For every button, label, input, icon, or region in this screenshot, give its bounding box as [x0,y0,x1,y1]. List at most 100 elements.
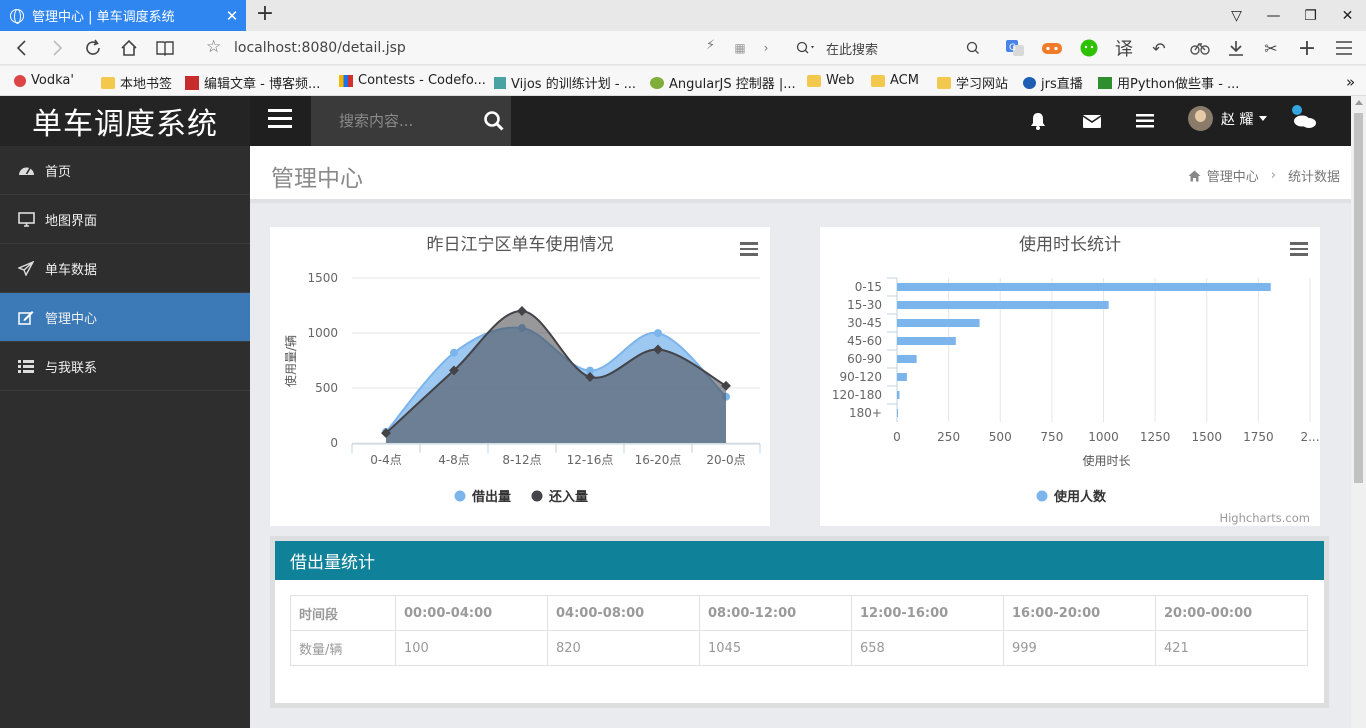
bookmark-item[interactable]: 编辑文章 - 博客频... [185,73,320,92]
bookmark-item[interactable]: 用Python做些事 - ... [1098,73,1239,92]
game-extension-icon[interactable] [1041,37,1063,59]
bookmark-item[interactable]: AngularJS 控制器 |... [650,73,796,92]
menu-icon[interactable] [1333,37,1355,59]
search-input[interactable] [339,110,469,132]
bike-icon[interactable] [1189,37,1211,59]
breadcrumb: 管理中心 › 统计数据 [1188,166,1340,185]
scissors-icon[interactable]: ✂ [1260,37,1282,59]
bell-icon[interactable] [1027,110,1049,132]
reading-mode-icon[interactable] [152,36,178,60]
chart-title: 昨日江宁区单车使用情况 [427,234,614,255]
area-chart: 昨日江宁区单车使用情况 0 500 1000 1500 使用量/辆 0-4点 4-8点 8-12… [283,234,761,505]
sidebar-item-bike-data[interactable]: 单车数据 [0,244,250,293]
plus-icon[interactable]: + [1296,36,1318,61]
bar [897,355,917,363]
chart-menu-icon[interactable] [740,242,758,256]
sidebar-item-map[interactable]: 地图界面 [0,195,250,244]
back-icon[interactable] [9,36,35,60]
x-tick-label: 1750 [1243,430,1274,444]
new-tab-button[interactable]: + [254,3,276,27]
legend-marker [1036,490,1048,502]
chevron-right-icon[interactable]: › [755,37,777,59]
sidebar-toggle-icon[interactable] [268,109,292,129]
table-title: 借出量统计 [275,541,1324,580]
pin-icon[interactable]: ▽ [1218,0,1255,31]
browser-tabbar: 管理中心 | 单车调度系统 ✕ + ▽ — ❐ ✕ [0,0,1366,31]
page-scrollbar[interactable] [1351,96,1366,728]
user-menu[interactable]: 赵 耀 [1188,106,1268,131]
bar [897,391,900,399]
bar [897,373,907,381]
table-row: 数量/辆 100 820 1045 658 999 421 [290,630,1308,666]
envelope-icon[interactable] [1081,110,1103,132]
tasks-icon[interactable] [1134,110,1156,132]
sidebar-item-management[interactable]: 管理中心 [0,293,250,342]
translate-icon[interactable]: 译 [1113,37,1135,60]
close-window-button[interactable]: ✕ [1329,0,1366,31]
wechat-icon[interactable] [1078,37,1100,59]
forward-icon[interactable] [44,36,70,60]
bar [897,283,1271,291]
table-header-cell: 16:00-20:00 [1003,595,1156,631]
bookmark-item[interactable]: Contests - Codefo... [339,73,486,88]
y-tick-label: 500 [315,381,338,395]
maximize-button[interactable]: ❐ [1292,0,1329,31]
qr-code-icon[interactable]: ▦ [729,37,751,59]
bookmarks-overflow-icon[interactable]: » [1346,73,1355,91]
home-icon[interactable] [116,36,142,60]
bookmark-item[interactable]: 本地书签 [101,73,172,92]
table-header-cell: 时间段 [290,595,396,631]
bookmark-item[interactable]: Vijos 的训练计划 - ... [494,73,636,92]
y-tick-label: 45-60 [847,334,882,348]
bolt-icon[interactable]: ⚡ [706,38,715,53]
table-cell: 999 [1003,630,1156,666]
tab-title: 管理中心 | 单车调度系统 [32,10,175,25]
dashboard-icon [17,162,35,178]
bookmark-item[interactable]: ACM [871,73,919,88]
avatar-favicon-icon [14,74,26,87]
bookmark-item[interactable]: Vodka' [14,73,74,88]
x-tick-label: 1500 [1191,430,1222,444]
bar-chart: 使用时长统计 0 250 500 750 1000 1250 1500 1750 2... 使用时长… [832,234,1320,525]
reload-icon[interactable] [80,36,106,60]
app-header: 单车调度系统 赵 耀 [0,96,1351,146]
table-cell: 658 [851,630,1004,666]
python-favicon-icon [1098,76,1112,89]
y-tick-label: 0-15 [855,280,882,294]
sidebar-item-home[interactable]: 首页 [0,146,250,195]
search-icon[interactable] [966,41,980,55]
x-tick-label: 0 [893,430,901,444]
search-icon[interactable] [483,110,505,132]
bookmark-item[interactable]: jrs直播 [1023,73,1083,92]
data-point [450,348,458,357]
bar [897,337,956,345]
user-name: 赵 耀 [1221,111,1254,128]
legend-label: 还入量 [548,489,588,505]
close-tab-icon[interactable]: ✕ [222,7,242,25]
brand-logo[interactable]: 单车调度系统 [0,96,250,146]
bookmark-item[interactable]: 学习网站 [937,73,1008,92]
x-tick-label: 500 [989,430,1012,444]
bookmark-item[interactable]: Web [807,73,854,88]
chat-icon[interactable] [1289,104,1319,132]
table-header-cell: 08:00-12:00 [699,595,852,631]
y-tick-label: 90-120 [839,370,882,384]
browser-search[interactable]: 在此搜索 [792,36,988,60]
minimize-button[interactable]: — [1255,0,1292,31]
undo-icon[interactable]: ↶ [1148,37,1170,59]
scrollbar-thumb[interactable] [1354,113,1363,483]
breadcrumb-item[interactable]: 管理中心 [1207,166,1259,185]
x-tick-label: 16-20点 [635,453,682,467]
address-bar[interactable]: localhost:8080/detail.jsp [234,40,406,56]
y-tick-label: 120-180 [832,388,882,402]
translate-extension-icon[interactable]: G [1004,37,1026,59]
browser-tab[interactable]: 管理中心 | 单车调度系统 ✕ [0,0,246,31]
sidebar-item-label: 与我联系 [45,360,98,376]
search-engine-icon[interactable] [796,41,816,55]
download-icon[interactable] [1225,37,1247,59]
scroll-up-icon[interactable] [1355,100,1363,105]
sidebar-item-contact[interactable]: 与我联系 [0,342,250,391]
bookmark-star-icon[interactable]: ☆ [206,37,221,57]
y-tick-label: 0 [330,436,338,450]
chart-menu-icon[interactable] [1290,242,1308,256]
